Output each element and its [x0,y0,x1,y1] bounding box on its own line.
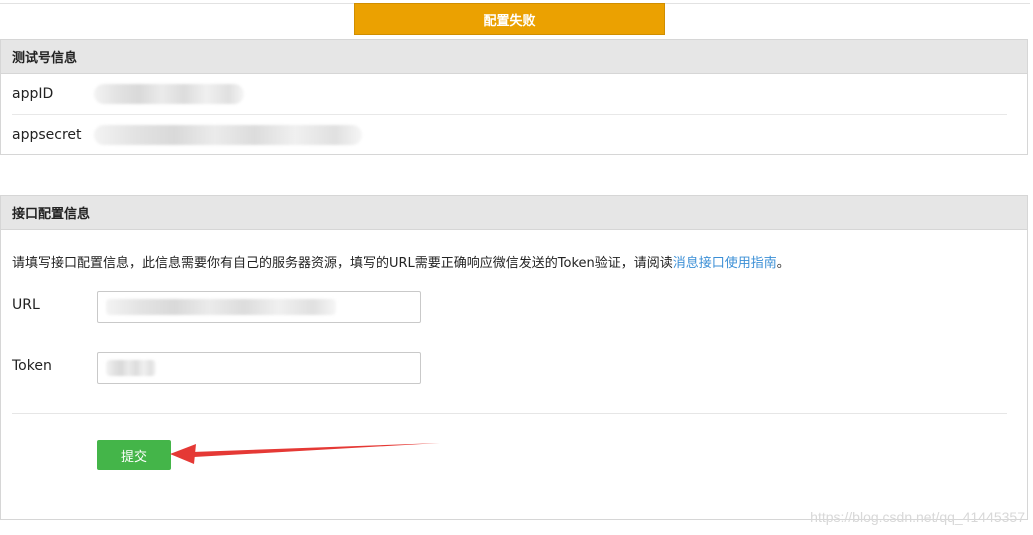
config-failed-alert: 配置失败 [354,3,665,35]
page: 配置失败 测试号信息 appID appsecret 接口配置信息 请填写接口配… [0,0,1033,535]
appsecret-label: appsecret [12,127,82,143]
config-description: 请填写接口配置信息，此信息需要你有自己的服务器资源，填写的URL需要正确响应微信… [12,252,790,271]
interface-config-panel: 接口配置信息 请填写接口配置信息，此信息需要你有自己的服务器资源，填写的URL需… [0,195,1028,520]
watermark: https://blog.csdn.net/qq_41445357 [810,509,1025,525]
test-account-panel: 测试号信息 appID appsecret [0,39,1028,155]
url-value-redacted [106,299,336,315]
interface-config-header: 接口配置信息 [1,196,1027,230]
submit-button[interactable]: 提交 [97,440,171,470]
appid-value-redacted [94,84,244,104]
test-account-header: 测试号信息 [1,40,1027,74]
interface-config-title: 接口配置信息 [12,207,91,222]
test-account-title: 测试号信息 [12,51,78,66]
message-interface-guide-link[interactable]: 消息接口使用指南 [673,256,777,271]
description-end: 。 [776,256,790,271]
url-label: URL [12,297,40,313]
appsecret-value-redacted [94,125,362,145]
description-text: 请填写接口配置信息，此信息需要你有自己的服务器资源，填写的URL需要正确响应微信… [12,256,673,271]
appid-label: appID [12,86,54,102]
token-label: Token [12,358,52,374]
form-divider [12,413,1007,414]
appid-row: appID [12,74,1007,115]
appsecret-row: appsecret [12,115,1007,155]
token-input[interactable] [97,352,421,384]
alert-text: 配置失败 [483,13,536,29]
red-arrow-annotation [170,443,440,464]
url-input[interactable] [97,291,421,323]
submit-label: 提交 [120,449,147,465]
token-value-redacted [106,360,156,376]
